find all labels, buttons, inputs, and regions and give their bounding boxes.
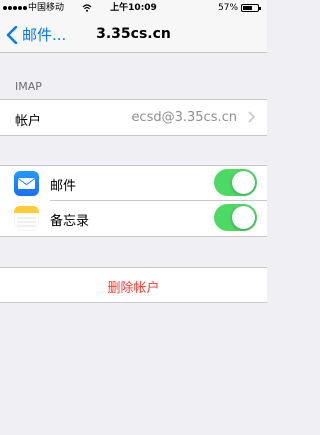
mail-label: 邮件	[50, 179, 77, 194]
battery-icon	[241, 4, 261, 12]
notes-label: 备忘录	[50, 214, 90, 229]
delete-account-label: 删除帐户	[107, 281, 160, 296]
imap-section-header: IMAP	[15, 80, 42, 93]
toggle-knob	[232, 171, 255, 194]
delete-group: 删除帐户	[0, 267, 267, 303]
mail-icon	[14, 171, 39, 196]
delete-account-button[interactable]: 删除帐户	[0, 268, 267, 302]
account-value: ecsd@3.35cs.cn	[131, 110, 237, 125]
battery-percent: 57%	[218, 3, 239, 13]
notes-toggle[interactable]	[214, 204, 257, 231]
apps-group: 邮件 备忘录	[0, 165, 267, 237]
page-title: 3.35cs.cn	[96, 26, 171, 42]
imap-group: 帐户 ecsd@3.35cs.cn	[0, 99, 267, 136]
app-row-notes: 备忘录	[0, 201, 267, 236]
navigation-bar: 邮件... 3.35cs.cn	[0, 16, 267, 53]
app-row-mail: 邮件	[0, 166, 267, 201]
chevron-right-icon	[248, 111, 255, 123]
toggle-knob	[232, 206, 255, 229]
status-bar: 中国移动 上午10:09 57%	[0, 0, 267, 16]
mail-toggle[interactable]	[214, 169, 257, 196]
notes-icon	[14, 206, 39, 231]
account-label: 帐户	[15, 114, 42, 129]
account-row[interactable]: 帐户 ecsd@3.35cs.cn	[0, 100, 267, 135]
